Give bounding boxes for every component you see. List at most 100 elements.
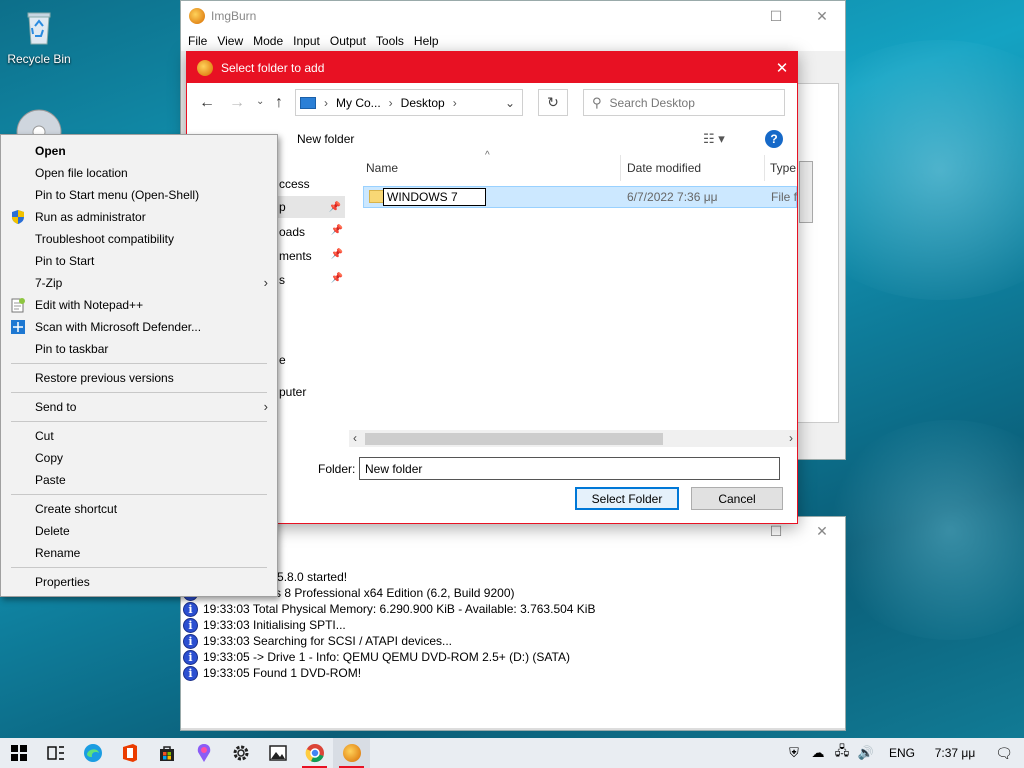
monitor-icon (300, 96, 316, 109)
office-icon[interactable] (111, 738, 148, 768)
menu-item-notepadpp[interactable]: Edit with Notepad++ (1, 294, 277, 316)
menu-file[interactable]: File (183, 34, 212, 48)
menu-item-open[interactable]: Open (1, 140, 277, 162)
nav-item-onedrive[interactable]: e (279, 353, 286, 367)
select-folder-button[interactable]: Select Folder (575, 487, 679, 510)
cancel-button[interactable]: Cancel (691, 487, 783, 510)
spin-control[interactable] (799, 161, 813, 223)
imgburn-titlebar[interactable]: ImgBurn ☐ ✕ (181, 1, 845, 31)
menu-item-run-as-admin[interactable]: Run as administrator (1, 206, 277, 228)
clock[interactable]: 7:37 μμ (926, 746, 984, 760)
menu-item-send-to[interactable]: Send to › (1, 396, 277, 418)
menu-mode[interactable]: Mode (248, 34, 288, 48)
recent-chevron-icon[interactable]: ⌄ (256, 96, 264, 107)
search-box[interactable]: ⚲ Search Desktop (583, 89, 785, 116)
dialog-close-icon[interactable]: ✕ (767, 59, 797, 77)
search-icon: ⚲ (592, 94, 602, 110)
settings-gear-icon[interactable] (222, 738, 259, 768)
up-arrow-icon[interactable]: ↑ (275, 94, 283, 112)
menu-item-open-file-location[interactable]: Open file location (1, 162, 277, 184)
chrome-icon[interactable] (296, 738, 333, 768)
nav-item-this-pc[interactable]: puter (279, 385, 306, 399)
close-icon[interactable]: ✕ (799, 516, 845, 546)
maximize-icon[interactable]: ☐ (753, 1, 799, 31)
recycle-bin-shortcut[interactable]: Recycle Bin (0, 8, 78, 66)
nav-item-quick-access[interactable]: ccess (279, 177, 310, 191)
defender-tray-icon[interactable]: ⛨ (782, 745, 806, 761)
submenu-arrow-icon: › (263, 399, 268, 414)
menu-item-7zip[interactable]: 7-Zip › (1, 272, 277, 294)
menu-view[interactable]: View (212, 34, 248, 48)
menu-item-create-shortcut[interactable]: Create shortcut (1, 498, 277, 520)
refresh-icon: ↻ (547, 94, 559, 110)
log-line: i 19:33:03 Total Physical Memory: 6.290.9… (183, 601, 595, 617)
maps-pin-icon[interactable] (185, 738, 222, 768)
recycle-bin-label: Recycle Bin (7, 52, 71, 66)
scroll-thumb[interactable] (365, 433, 663, 445)
network-disconnected-icon[interactable]: ☁ (806, 745, 830, 761)
column-date-modified[interactable]: Date modified (621, 155, 765, 181)
refresh-button[interactable]: ↻ (538, 89, 568, 116)
task-view-icon[interactable] (37, 738, 74, 768)
store-icon[interactable] (148, 738, 185, 768)
menu-item-restore-versions[interactable]: Restore previous versions (1, 367, 277, 389)
notification-icon[interactable]: 🗨 (984, 745, 1024, 762)
menu-item-pin-start-openshell[interactable]: Pin to Start menu (Open-Shell) (1, 184, 277, 206)
address-bar[interactable]: › My Co... › Desktop › ⌄ (295, 89, 523, 116)
menu-input[interactable]: Input (288, 34, 325, 48)
menu-item-pin-taskbar[interactable]: Pin to taskbar (1, 338, 277, 360)
rename-input[interactable]: WINDOWS 7 (383, 188, 486, 206)
log-scrollbar[interactable] (181, 728, 845, 730)
menu-item-defender[interactable]: Scan with Microsoft Defender... (1, 316, 277, 338)
close-icon[interactable]: ✕ (799, 1, 845, 31)
menu-item-properties[interactable]: Properties (1, 571, 277, 593)
row-type: File f (771, 190, 797, 204)
column-type[interactable]: Type (765, 155, 797, 181)
start-button[interactable] (0, 738, 37, 768)
log-line: i 19:33:05 Found 1 DVD-ROM! (183, 665, 595, 681)
language-indicator[interactable]: ENG (878, 746, 926, 760)
volume-icon[interactable]: 🔊 (854, 745, 878, 761)
imgburn-app-icon (189, 8, 205, 24)
column-name[interactable]: Name (359, 155, 621, 181)
breadcrumb-chevron-icon: › (388, 95, 393, 110)
breadcrumb-chevron-icon: › (452, 95, 457, 110)
menu-output[interactable]: Output (325, 34, 371, 48)
help-icon[interactable]: ? (765, 130, 783, 148)
imgburn-taskbar-icon[interactable] (333, 738, 370, 768)
back-arrow-icon[interactable]: ← (199, 94, 215, 112)
nav-item-downloads[interactable]: oads 📌 (279, 225, 343, 239)
menu-help[interactable]: Help (409, 34, 444, 48)
search-placeholder: Search Desktop (609, 95, 695, 110)
breadcrumb-desktop[interactable]: Desktop (401, 96, 445, 110)
dialog-titlebar[interactable]: Select folder to add ✕ (187, 52, 797, 83)
menu-item-copy[interactable]: Copy (1, 447, 277, 469)
nav-item-desktop[interactable]: p 📌 (277, 196, 345, 218)
menu-tools[interactable]: Tools (371, 34, 409, 48)
photos-icon[interactable] (259, 738, 296, 768)
forward-arrow-icon[interactable]: → (229, 94, 245, 112)
nav-item-pictures[interactable]: s 📌 (279, 273, 343, 287)
scroll-left-icon[interactable]: ‹ (353, 431, 357, 445)
menu-item-cut[interactable]: Cut (1, 425, 277, 447)
imgburn-menubar: File View Mode Input Output Tools Help (181, 31, 845, 51)
menu-item-troubleshoot[interactable]: Troubleshoot compatibility (1, 228, 277, 250)
menu-separator (11, 363, 267, 364)
menu-item-rename[interactable]: Rename (1, 542, 277, 564)
menu-item-delete[interactable]: Delete (1, 520, 277, 542)
new-folder-button[interactable]: New folder (297, 132, 354, 146)
pin-icon: 📌 (330, 225, 343, 236)
info-icon: i (183, 633, 198, 649)
horizontal-scrollbar[interactable]: ‹ › (349, 430, 797, 447)
view-options-icon[interactable]: ☷ ▾ (703, 131, 725, 147)
network-icon[interactable]: 🖧 (830, 742, 854, 764)
edge-icon[interactable] (74, 738, 111, 768)
menu-item-pin-start[interactable]: Pin to Start (1, 250, 277, 272)
folder-input[interactable]: New folder (359, 457, 780, 480)
nav-item-documents[interactable]: ments 📌 (279, 249, 343, 263)
scroll-right-icon[interactable]: › (789, 431, 793, 445)
breadcrumb-my-computer[interactable]: My Co... (336, 96, 381, 110)
table-row[interactable]: WINDOWS 7 6/7/2022 7:36 μμ File f (363, 186, 797, 208)
address-dropdown-icon[interactable]: ⌄ (498, 96, 522, 110)
menu-item-paste[interactable]: Paste (1, 469, 277, 491)
